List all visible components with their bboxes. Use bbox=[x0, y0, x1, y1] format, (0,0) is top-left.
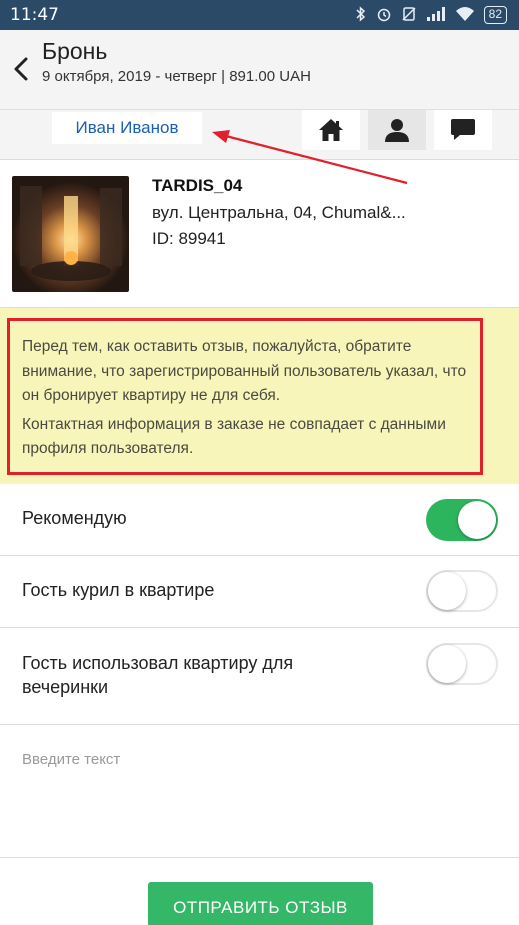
mute-icon bbox=[401, 6, 417, 25]
home-icon bbox=[319, 119, 343, 141]
status-icons: 82 bbox=[355, 5, 507, 25]
property-id: ID: 89941 bbox=[152, 229, 226, 248]
toggle-label: Гость курил в квартире bbox=[22, 580, 215, 600]
toggle-label: Гость использовал квартиру для вечеринки bbox=[22, 653, 294, 697]
user-icon bbox=[385, 119, 409, 142]
warning-area: Перед тем, как оставить отзыв, пожалуйст… bbox=[0, 308, 519, 484]
review-text-input[interactable] bbox=[12, 735, 507, 850]
wifi-icon bbox=[455, 6, 475, 25]
property-photo bbox=[12, 176, 129, 292]
signal-icon bbox=[426, 6, 446, 25]
comment-area bbox=[0, 725, 519, 858]
toggle-label: Рекомендую bbox=[22, 508, 127, 528]
user-name-link[interactable]: Иван Иванов bbox=[52, 112, 202, 144]
switch-knob bbox=[428, 572, 466, 610]
status-bar: 11:47 82 bbox=[0, 0, 519, 30]
property-card: TARDIS_04 вул. Центральна, 04, Chumal&..… bbox=[0, 160, 519, 308]
toggle-row-smoked: Гость курил в квартире bbox=[0, 556, 519, 628]
warning-box: Перед тем, как оставить отзыв, пожалуйст… bbox=[7, 318, 483, 475]
switch-knob bbox=[458, 501, 496, 539]
app-header: Бронь 9 октября, 2019 - четверг | 891.00… bbox=[0, 30, 519, 110]
home-button[interactable] bbox=[302, 110, 360, 150]
warning-text: Контактная информация в заказе не совпад… bbox=[22, 415, 446, 458]
warning-text: Перед тем, как оставить отзыв, пожалуйст… bbox=[22, 338, 467, 404]
chevron-left-icon bbox=[14, 57, 28, 81]
switch-knob bbox=[428, 645, 466, 683]
page-title: Бронь bbox=[42, 38, 108, 64]
back-button[interactable] bbox=[8, 52, 34, 86]
profile-button[interactable] bbox=[368, 110, 426, 150]
submit-review-button[interactable]: ОТПРАВИТЬ ОТЗЫВ bbox=[148, 882, 373, 925]
battery-indicator: 82 bbox=[483, 6, 507, 24]
chat-button[interactable] bbox=[434, 110, 492, 150]
property-name: TARDIS_04 bbox=[152, 176, 243, 195]
chat-icon bbox=[451, 119, 475, 140]
bluetooth-icon bbox=[355, 5, 367, 25]
toggle-row-recommend: Рекомендую bbox=[0, 484, 519, 556]
booking-subtitle: 9 октября, 2019 - четверг | 891.00 UAH bbox=[42, 68, 311, 85]
recommend-switch[interactable] bbox=[426, 499, 498, 541]
user-row: Иван Иванов bbox=[0, 110, 519, 160]
smoked-switch[interactable] bbox=[426, 570, 498, 612]
alarm-icon bbox=[376, 6, 392, 25]
party-switch[interactable] bbox=[426, 643, 498, 685]
toggle-row-party: Гость использовал квартиру для вечеринки bbox=[0, 628, 519, 725]
status-time: 11:47 bbox=[10, 5, 59, 25]
property-address: вул. Центральна, 04, Chumal&... bbox=[152, 203, 406, 222]
